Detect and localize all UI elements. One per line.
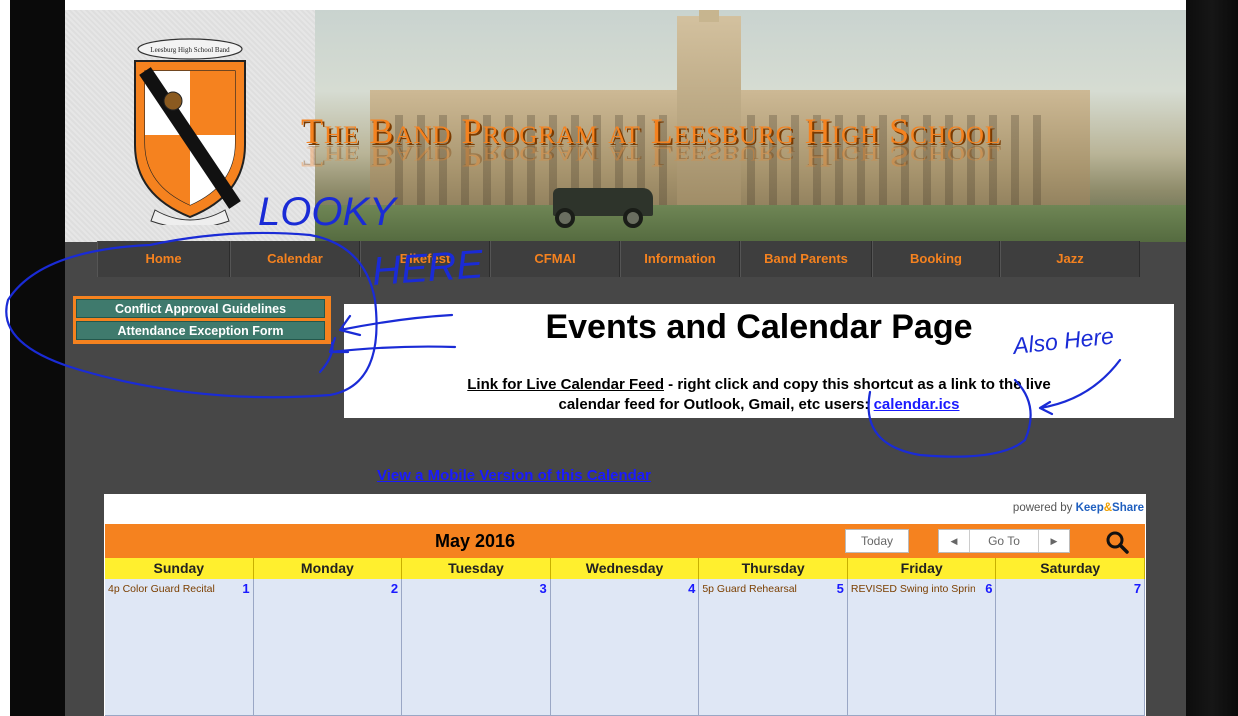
left-margin (10, 0, 65, 716)
goto-group: ◀ Go To ▶ (938, 529, 1070, 553)
day-cell[interactable]: 5p Guard Rehearsal 5 (699, 579, 848, 716)
search-icon[interactable] (1105, 530, 1129, 554)
conflict-approval-guidelines-button[interactable]: Conflict Approval Guidelines (76, 299, 325, 318)
weekday-wednesday: Wednesday (551, 558, 700, 579)
site-title-reflection: The Band Program at Leesburg High School (301, 141, 1002, 173)
day-cell[interactable]: REVISED Swing into Spring 6 (847, 579, 997, 716)
page: Leesburg High School Band The Band Progr… (0, 0, 1238, 716)
calendar-ics-link[interactable]: calendar.ics (874, 396, 960, 413)
weekday-sunday: Sunday (105, 558, 254, 579)
brand-share[interactable]: Share (1112, 502, 1144, 514)
calendar-header: May 2016 Today ◀ Go To ▶ (105, 524, 1145, 558)
next-month-button[interactable]: ▶ (1039, 530, 1069, 552)
day-cell[interactable]: 7 (996, 579, 1146, 716)
goto-button[interactable]: Go To (969, 530, 1039, 552)
lawn-image (315, 205, 1186, 242)
crest-banner-text: Leesburg High School Band (150, 46, 230, 54)
day-number[interactable]: 1 (242, 581, 249, 596)
feed-description-line-2: calendar feed for Outlook, Gmail, etc us… (344, 396, 1174, 413)
nav-item-cfmai[interactable]: CFMAI (490, 241, 620, 277)
day-cell[interactable]: 2 (253, 579, 403, 716)
powered-by-text: powered by (1012, 502, 1073, 514)
feed-text-1: - right click and copy this shortcut as … (663, 376, 1051, 393)
mobile-version-link[interactable]: View a Mobile Version of this Calendar (377, 467, 651, 484)
day-number[interactable]: 7 (1134, 581, 1141, 596)
nav-item-band-parents[interactable]: Band Parents (740, 241, 872, 277)
weekday-header-row: Sunday Monday Tuesday Wednesday Thursday… (105, 558, 1146, 579)
weekday-saturday: Saturday (996, 558, 1146, 579)
day-event[interactable]: 5p Guard Rehearsal (702, 583, 826, 595)
day-cell[interactable]: 4 (550, 579, 700, 716)
feed-text-2: calendar feed for Outlook, Gmail, etc us… (558, 396, 874, 413)
attendance-exception-form-button[interactable]: Attendance Exception Form (76, 321, 325, 340)
weekday-thursday: Thursday (699, 558, 848, 579)
day-cell[interactable]: 3 (402, 579, 551, 716)
day-cell[interactable]: 4p Color Guard Recital 1 (105, 579, 254, 716)
nav-item-booking[interactable]: Booking (872, 241, 1000, 277)
nav-item-home[interactable]: Home (97, 241, 230, 277)
today-button[interactable]: Today (845, 529, 909, 553)
nav-item-bikefest[interactable]: Bikefest (360, 241, 490, 277)
day-event[interactable]: 4p Color Guard Recital (108, 583, 232, 595)
nav-item-information[interactable]: Information (620, 241, 740, 277)
month-title: May 2016 (434, 531, 516, 551)
feed-label: Link for Live Calendar Feed (467, 376, 664, 393)
feed-description-line-1: Link for Live Calendar Feed - right clic… (344, 376, 1174, 393)
day-number[interactable]: 2 (391, 581, 398, 596)
powered-by: powered by Keep&Share (1013, 502, 1144, 514)
right-margin (1186, 0, 1238, 716)
vintage-car-image (545, 180, 660, 228)
calendar-week-row: 4p Color Guard Recital 1 2 3 4 5p Guard … (105, 579, 1146, 716)
school-crest-logo: Leesburg High School Band (134, 38, 246, 225)
weekday-monday: Monday (254, 558, 403, 579)
side-button-panel: Conflict Approval Guidelines Attendance … (73, 296, 331, 344)
weekday-friday: Friday (848, 558, 997, 579)
weekday-tuesday: Tuesday (402, 558, 551, 579)
calendar-widget: powered by Keep&Share May 2016 Today ◀ G… (104, 494, 1146, 716)
header-banner: Leesburg High School Band The Band Progr… (65, 10, 1186, 242)
nav-item-calendar[interactable]: Calendar (230, 241, 360, 277)
brand-keep[interactable]: Keep (1076, 502, 1104, 514)
events-info-box: Events and Calendar Page Link for Live C… (344, 304, 1174, 418)
day-number[interactable]: 6 (985, 581, 992, 596)
prev-month-button[interactable]: ◀ (939, 530, 969, 552)
page-title: Events and Calendar Page (545, 308, 973, 346)
day-number[interactable]: 3 (540, 581, 547, 596)
brand-amp: & (1103, 502, 1113, 514)
main-nav: Home Calendar Bikefest CFMAI Information… (97, 241, 1140, 277)
day-number[interactable]: 4 (688, 581, 695, 596)
nav-item-jazz[interactable]: Jazz (1000, 241, 1140, 277)
day-number[interactable]: 5 (837, 581, 844, 596)
day-event[interactable]: REVISED Swing into Spring (851, 583, 975, 595)
